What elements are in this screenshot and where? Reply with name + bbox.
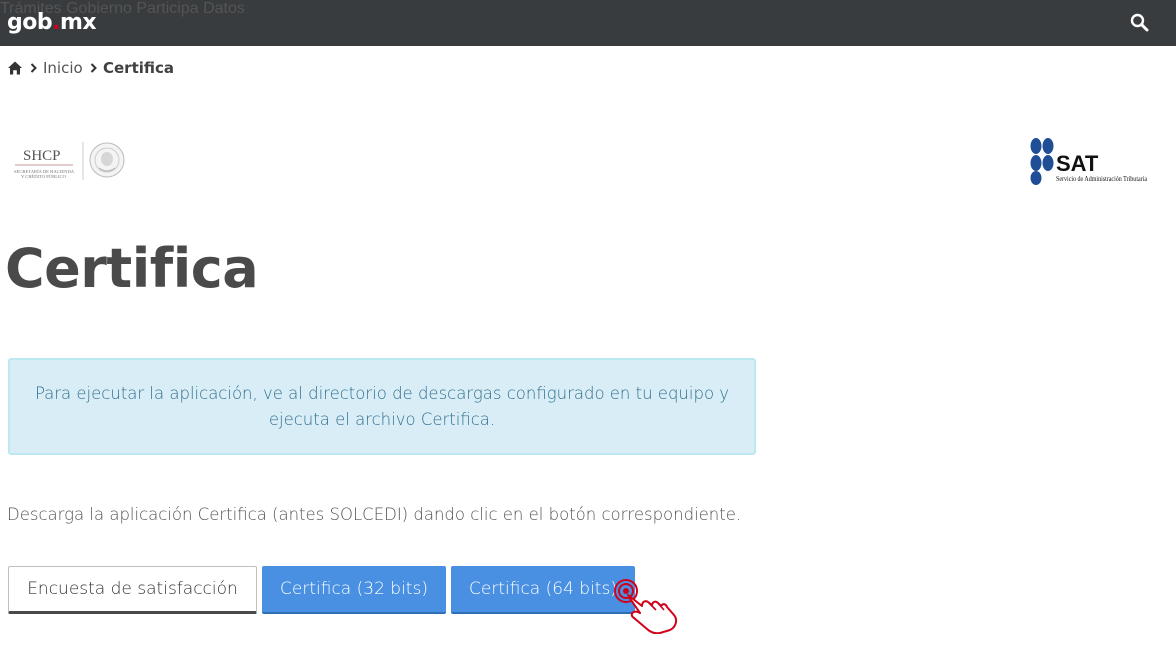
top-navbar: gob.mx Trámites Gobierno Participa Datos: [0, 0, 1176, 46]
sat-name: Servicio de Administración Tributaria: [1056, 175, 1148, 183]
brand-right: mx: [59, 10, 97, 35]
info-alert: Para ejecutar la aplicación, ve al direc…: [8, 358, 756, 455]
chevron-right-icon: [89, 58, 99, 83]
brand-dot: .: [52, 10, 60, 35]
sat-logo: SAT Servicio de Administración Tributari…: [1029, 137, 1151, 187]
search-icon[interactable]: [1130, 13, 1150, 33]
breadcrumb-current: Certifica: [103, 59, 175, 77]
nav-participa[interactable]: Participa: [136, 0, 198, 17]
chevron-right-icon: [29, 58, 39, 83]
sat-mark-icon: [1030, 138, 1054, 185]
survey-button[interactable]: Encuesta de satisfacción: [8, 566, 257, 614]
home-icon[interactable]: [7, 60, 23, 76]
page-title: Certifica: [5, 237, 259, 300]
shcp-line2: Y CRÉDITO PÚBLICO: [21, 174, 67, 179]
hand-pointer-icon: [612, 578, 682, 635]
breadcrumb-inicio[interactable]: Inicio: [43, 59, 83, 77]
info-alert-text: Para ejecutar la aplicación, ve al direc…: [34, 383, 730, 429]
coat-of-arms-icon: [89, 142, 125, 178]
sat-abbr: SAT: [1056, 151, 1099, 176]
brand-left: gob: [7, 10, 53, 35]
shcp-logo: SHCP SECRETARÍA DE HACIENDA Y CRÉDITO PÚ…: [13, 138, 128, 184]
download-description: Descarga la aplicación Certifica (antes …: [7, 505, 742, 524]
shcp-abbr: SHCP: [23, 148, 61, 164]
gobmx-logo[interactable]: gob.mx: [7, 9, 97, 37]
download-32bit-button[interactable]: Certifica (32 bits): [262, 566, 446, 614]
nav-datos[interactable]: Datos: [203, 0, 245, 17]
download-64bit-button[interactable]: Certifica (64 bits): [451, 566, 635, 614]
